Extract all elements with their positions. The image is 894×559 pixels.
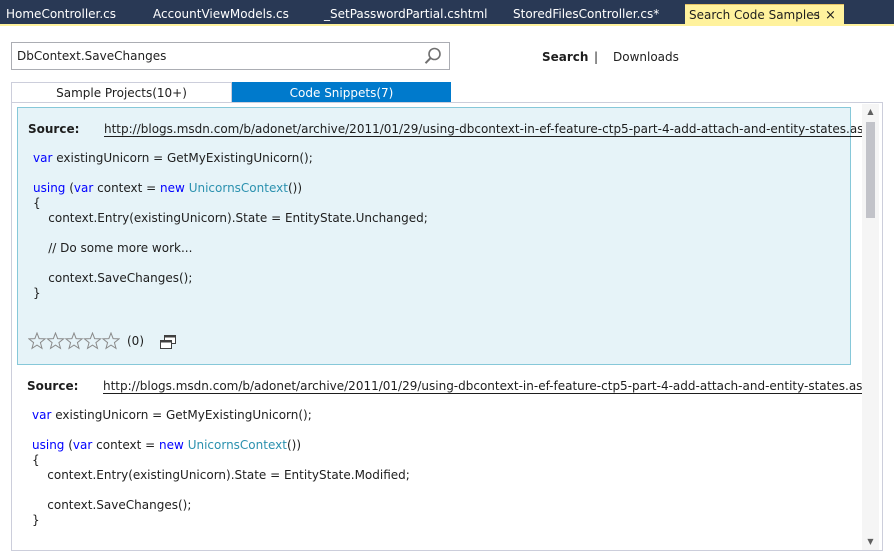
code-line: { bbox=[33, 196, 428, 211]
code-keyword: var bbox=[33, 151, 53, 165]
pin-icon[interactable]: ⊣ bbox=[810, 5, 820, 26]
code-line: var existingUnicorn = GetMyExistingUnico… bbox=[32, 408, 410, 423]
source-label: Source: bbox=[27, 379, 79, 393]
code-text: context.SaveChanges(); bbox=[32, 498, 192, 512]
search-icon[interactable] bbox=[423, 46, 443, 66]
code-line: context.SaveChanges(); bbox=[32, 498, 410, 513]
code-text: context = bbox=[92, 438, 160, 452]
code-text: } bbox=[33, 286, 41, 300]
code-keyword: new bbox=[159, 438, 184, 452]
document-tab-strip: HomeController.cs AccountViewModels.cs _… bbox=[0, 0, 894, 26]
downloads-link[interactable]: Downloads bbox=[613, 50, 679, 64]
star-icon[interactable] bbox=[28, 332, 47, 350]
code-keyword: using bbox=[33, 181, 66, 195]
results-panel: Source: http://blogs.msdn.com/b/adonet/a… bbox=[11, 102, 883, 551]
code-text: ( bbox=[64, 438, 73, 452]
link-separator: | bbox=[594, 50, 599, 64]
code-block: var existingUnicorn = GetMyExistingUnico… bbox=[32, 408, 410, 528]
code-type: UnicornsContext bbox=[188, 181, 288, 195]
code-text: existingUnicorn = GetMyExistingUnicorn()… bbox=[51, 408, 312, 422]
tab-account-view-models[interactable]: AccountViewModels.cs bbox=[153, 4, 289, 25]
source-url-link[interactable]: http://blogs.msdn.com/b/adonet/archive/2… bbox=[104, 122, 879, 137]
tab-home-controller[interactable]: HomeController.cs bbox=[6, 4, 116, 25]
tab-search-code-samples[interactable]: Search Code Samples ⊣ × bbox=[685, 4, 844, 25]
code-type: UnicornsContext bbox=[187, 438, 287, 452]
code-text: ( bbox=[65, 181, 74, 195]
star-icon[interactable] bbox=[101, 332, 120, 350]
tab-search-code-samples-label: Search Code Samples bbox=[689, 8, 820, 22]
snippet-card: Source: http://blogs.msdn.com/b/adonet/a… bbox=[17, 107, 879, 365]
code-keyword: var bbox=[72, 438, 93, 452]
star-icon[interactable] bbox=[83, 332, 102, 350]
code-keyword: var bbox=[32, 408, 52, 422]
code-text: { bbox=[32, 453, 40, 467]
code-line: using (var context = new UnicornsContext… bbox=[32, 438, 410, 453]
star-icon[interactable] bbox=[46, 332, 65, 350]
search-input[interactable] bbox=[12, 43, 417, 69]
code-line: // Do some more work... bbox=[33, 241, 428, 256]
rating-count: (0) bbox=[127, 334, 144, 348]
code-text: ()) bbox=[287, 181, 302, 195]
scroll-down-icon[interactable]: ▼ bbox=[862, 534, 879, 550]
star-icon[interactable] bbox=[64, 332, 84, 350]
code-keyword: new bbox=[160, 181, 185, 195]
search-link[interactable]: Search bbox=[542, 50, 588, 64]
scroll-up-icon[interactable]: ▲ bbox=[862, 104, 879, 120]
code-text: { bbox=[33, 196, 41, 210]
code-keyword: using bbox=[32, 438, 65, 452]
code-text: existingUnicorn = GetMyExistingUnicorn()… bbox=[52, 151, 313, 165]
vertical-scrollbar[interactable]: ▲ ▼ bbox=[862, 104, 879, 550]
code-text: context = bbox=[93, 181, 161, 195]
source-label: Source: bbox=[28, 122, 80, 136]
code-line: { bbox=[32, 453, 410, 468]
tab-set-password-partial[interactable]: _SetPasswordPartial.cshtml bbox=[324, 4, 487, 25]
code-text: // Do some more work... bbox=[33, 241, 193, 255]
code-block: var existingUnicorn = GetMyExistingUnico… bbox=[33, 151, 428, 301]
code-line: var existingUnicorn = GetMyExistingUnico… bbox=[33, 151, 428, 166]
code-text: } bbox=[32, 513, 40, 527]
code-text: context.Entry(existingUnicorn).State = E… bbox=[32, 468, 410, 482]
code-line: } bbox=[33, 286, 428, 301]
code-line: } bbox=[32, 513, 410, 528]
tab-stored-files-controller[interactable]: StoredFilesController.cs* bbox=[513, 4, 659, 25]
code-line: context.Entry(existingUnicorn).State = E… bbox=[33, 211, 428, 226]
search-box bbox=[11, 42, 450, 70]
code-text: ()) bbox=[286, 438, 301, 452]
code-line: context.SaveChanges(); bbox=[33, 271, 428, 286]
scroll-thumb[interactable] bbox=[866, 122, 875, 218]
code-line: context.Entry(existingUnicorn).State = E… bbox=[32, 468, 410, 483]
tab-sample-projects[interactable]: Sample Projects(10+) bbox=[11, 82, 232, 103]
close-icon[interactable]: × bbox=[825, 5, 836, 26]
copy-icon[interactable] bbox=[160, 335, 176, 349]
code-text: context.Entry(existingUnicorn).State = E… bbox=[33, 211, 428, 225]
code-line: using (var context = new UnicornsContext… bbox=[33, 181, 428, 196]
tab-code-snippets[interactable]: Code Snippets(7) bbox=[232, 82, 451, 103]
snippet-card: Source: http://blogs.msdn.com/b/adonet/a… bbox=[17, 365, 878, 550]
star-rating[interactable] bbox=[28, 332, 120, 350]
code-text: context.SaveChanges(); bbox=[33, 271, 193, 285]
code-keyword: var bbox=[73, 181, 94, 195]
active-tab-underline bbox=[0, 24, 894, 26]
source-url-link[interactable]: http://blogs.msdn.com/b/adonet/archive/2… bbox=[103, 379, 878, 394]
